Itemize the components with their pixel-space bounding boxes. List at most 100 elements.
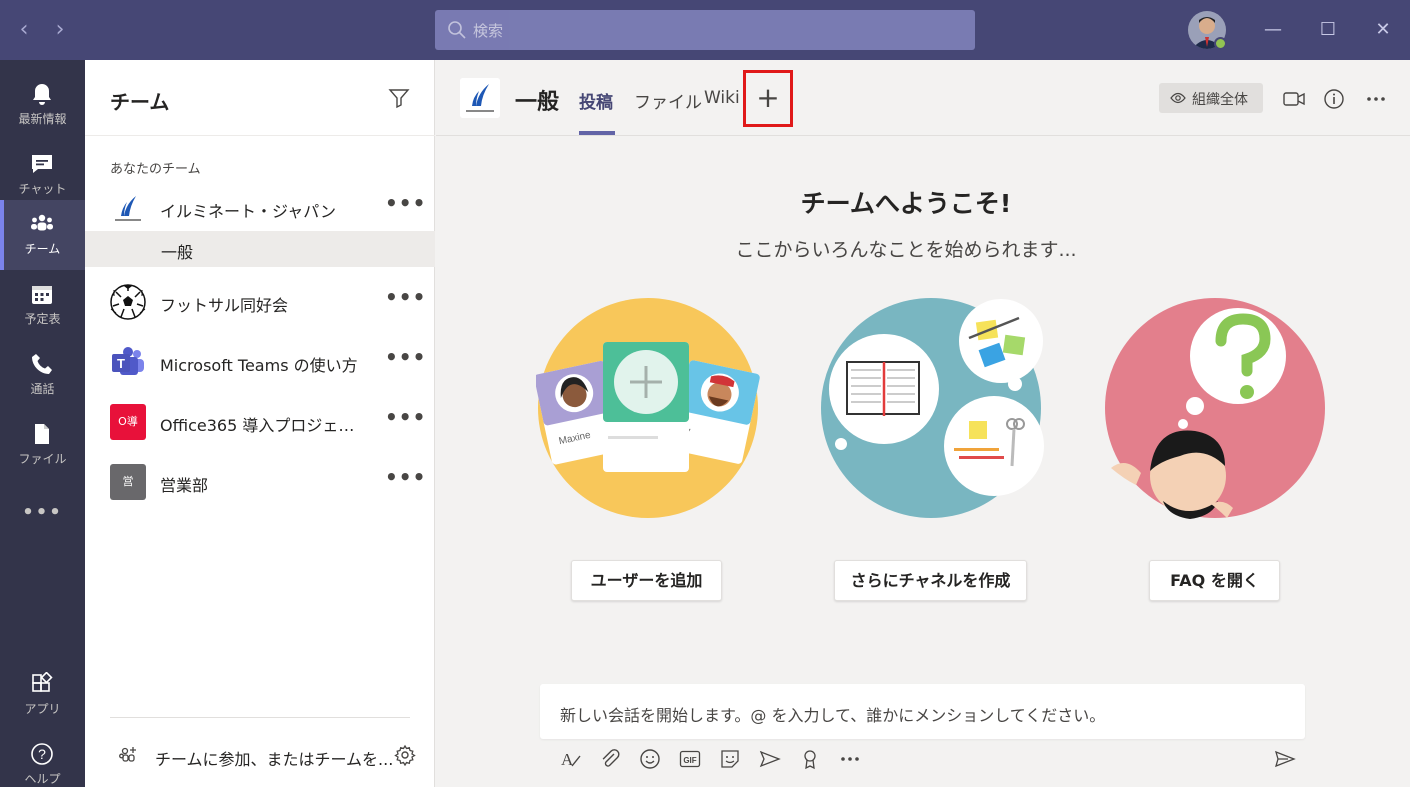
bell-icon — [33, 84, 51, 105]
divider — [110, 717, 410, 718]
rail-label: 最新情報 — [18, 112, 67, 126]
format-icon[interactable]: A — [560, 748, 582, 770]
compose-box[interactable]: 新しい会話を開始します。@ を入力して、誰かにメンションしてください。 — [540, 684, 1305, 739]
emoji-icon[interactable] — [639, 748, 661, 770]
rail-label: 通話 — [30, 382, 55, 396]
more-options-icon[interactable]: ••• — [385, 347, 425, 374]
title-bar: ‹ › 検索 — ☐ ✕ — [0, 0, 1410, 60]
svg-text:?: ? — [38, 746, 46, 762]
join-team-icon[interactable] — [118, 744, 140, 766]
team-name: Microsoft Teams の使い方 — [160, 356, 358, 375]
search-icon — [448, 21, 466, 39]
channel-header: 一般 投稿 ファイル Wiki + 組織全体 — [436, 60, 1410, 136]
presence-badge — [1214, 37, 1227, 50]
help-icon: ? — [31, 743, 53, 765]
divider — [85, 135, 435, 136]
rail-label: チーム — [24, 242, 61, 256]
more-options-icon[interactable]: ••• — [385, 287, 425, 314]
team-name: フットサル同好会 — [160, 296, 289, 315]
back-icon[interactable]: ‹ — [14, 18, 34, 42]
active-tab-indicator — [579, 131, 615, 135]
file-icon — [35, 424, 49, 444]
app-rail: 最新情報 チャット チーム 予定表 通話 ファイル ••• アプリ ? ヘルプ — [0, 60, 85, 787]
rail-item-help[interactable]: ? ヘルプ — [0, 730, 85, 787]
tab-files[interactable]: ファイル — [634, 88, 702, 113]
forward-icon[interactable]: › — [50, 18, 70, 42]
team-row[interactable]: T Microsoft Teams の使い方 ••• — [85, 332, 435, 392]
gear-icon[interactable] — [394, 744, 416, 766]
team-row[interactable]: イルミネート・ジャパン ••• — [85, 178, 435, 238]
rail-item-activity[interactable]: 最新情報 — [0, 70, 85, 140]
teams-logo: T — [112, 347, 144, 375]
compose-placeholder: 新しい会話を開始します。@ を入力して、誰かにメンションしてください。 — [560, 706, 1106, 725]
phone-icon — [32, 354, 52, 374]
join-team-link[interactable]: チームに参加、またはチームを... — [155, 746, 393, 770]
teams-pane: チーム あなたのチーム イルミネート・ジャパン ••• 一般 フットサル同好会 … — [85, 60, 435, 787]
team-initials: 営 — [110, 464, 146, 500]
maximize-icon[interactable]: ☐ — [1316, 18, 1340, 42]
rail-item-apps[interactable]: アプリ — [0, 660, 85, 730]
team-row[interactable]: 営 営業部 ••• — [85, 452, 435, 512]
section-label: あなたのチーム — [110, 162, 201, 177]
create-channel-button[interactable]: さらにチャネルを作成 — [834, 560, 1027, 601]
more-options-icon[interactable]: ••• — [385, 193, 425, 220]
open-faq-button[interactable]: FAQ を開く — [1149, 560, 1280, 601]
illuminate-logo — [110, 190, 146, 226]
search-box[interactable]: 検索 — [435, 10, 975, 50]
sticker-icon[interactable] — [719, 748, 741, 770]
meet-icon[interactable] — [759, 748, 781, 770]
team-row[interactable]: フットサル同好会 ••• — [85, 272, 435, 332]
search-placeholder: 検索 — [473, 22, 504, 40]
org-label: 組織全体 — [1192, 92, 1248, 108]
svg-text:T: T — [117, 356, 125, 371]
add-users-illustration: Maxine ky — [536, 298, 760, 518]
more-options-icon[interactable] — [839, 748, 861, 770]
faq-illustration — [1105, 298, 1325, 519]
rail-item-more[interactable]: ••• — [0, 480, 85, 550]
tab-posts[interactable]: 投稿 — [579, 88, 613, 113]
chat-icon — [32, 155, 52, 173]
rail-label: 予定表 — [24, 312, 61, 326]
team-row[interactable]: O導 Office365 導入プロジェクト... ••• — [85, 392, 435, 452]
close-icon[interactable]: ✕ — [1371, 18, 1395, 42]
calendar-icon — [32, 286, 52, 304]
team-initials: O導 — [110, 404, 146, 440]
more-options-icon[interactable]: ••• — [385, 407, 425, 434]
tab-wiki[interactable]: Wiki — [704, 88, 740, 108]
rail-label: ヘルプ — [24, 772, 61, 786]
channel-name: 一般 — [161, 243, 194, 262]
meet-now-icon[interactable] — [1282, 87, 1306, 111]
rail-label: ファイル — [18, 452, 67, 466]
illuminate-logo — [460, 78, 500, 118]
channel-title: 一般 — [515, 90, 560, 115]
add-user-button[interactable]: ユーザーを追加 — [571, 560, 722, 601]
add-tab-button[interactable]: + — [743, 70, 793, 127]
more-options-icon[interactable] — [1364, 87, 1388, 111]
eye-icon — [1170, 92, 1186, 104]
rail-item-calls[interactable]: 通話 — [0, 340, 85, 410]
rail-item-calendar[interactable]: 予定表 — [0, 270, 85, 340]
rail-label: アプリ — [24, 702, 61, 716]
filter-icon[interactable] — [388, 87, 410, 109]
praise-icon[interactable] — [799, 748, 821, 770]
gif-icon[interactable]: GIF — [679, 748, 701, 770]
apps-icon — [32, 672, 53, 692]
main-content: 一般 投稿 ファイル Wiki + 組織全体 チームへようこそ! ここからいろん… — [436, 60, 1410, 787]
org-wide-badge[interactable]: 組織全体 — [1159, 83, 1263, 113]
more-options-icon[interactable]: ••• — [385, 467, 425, 494]
more-icon: ••• — [22, 502, 63, 523]
team-name: Office365 導入プロジェクト... — [160, 416, 370, 435]
rail-item-files[interactable]: ファイル — [0, 410, 85, 480]
info-icon[interactable] — [1322, 87, 1346, 111]
soccer-ball-icon — [110, 284, 146, 320]
plus-icon: + — [756, 81, 780, 114]
pane-title: チーム — [110, 90, 170, 114]
send-icon[interactable] — [1274, 748, 1296, 770]
welcome-title: チームへようこそ! — [800, 189, 1012, 218]
team-name: 営業部 — [160, 476, 209, 495]
channel-row-general[interactable]: 一般 — [85, 231, 435, 267]
attach-icon[interactable] — [599, 748, 621, 770]
svg-text:A: A — [561, 750, 574, 769]
rail-item-teams[interactable]: チーム — [0, 200, 85, 270]
minimize-icon[interactable]: — — [1261, 18, 1285, 42]
